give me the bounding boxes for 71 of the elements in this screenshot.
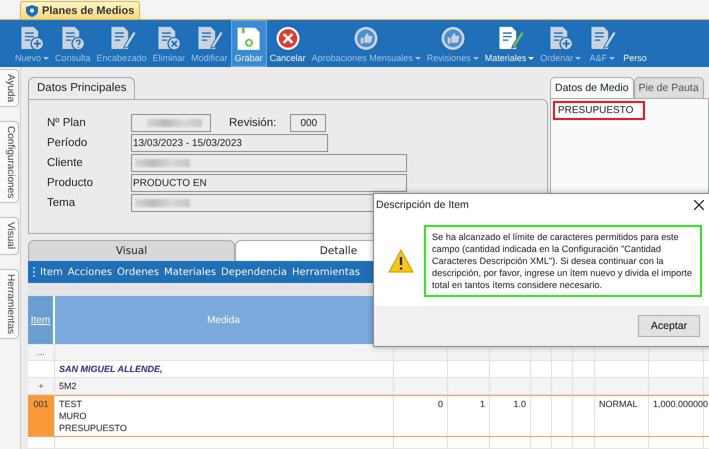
view-tab[interactable]: Visual <box>28 240 235 261</box>
warning-icon <box>388 249 414 273</box>
side-tab[interactable]: Herramientas <box>0 268 19 339</box>
toolbar-button[interactable]: Materiales <box>482 20 538 67</box>
measure-text: PRESUPUESTO <box>59 423 128 433</box>
toolbar-button[interactable]: Encabezado <box>94 20 150 67</box>
dialog-message: Se ha alcanzado el límite de caracteres permitidos para este campo (cantidad indicada en la Configuración "Cantidad Caracteres Descripción XML"). Si desea continuar con la descripción, por favor, ingrese un ítem nuevo y divida el importe total en tantos ítems considere necesario. <box>424 225 702 297</box>
toolbar-button[interactable]: Modificar <box>188 20 231 67</box>
input-field[interactable] <box>131 114 211 132</box>
toolbar-button[interactable]: Perso <box>620 20 650 67</box>
field-label: Cliente <box>47 157 84 169</box>
toolbar-button[interactable]: A&F <box>584 20 620 67</box>
document-plus-icon <box>550 26 573 51</box>
input-field[interactable]: 000 <box>290 114 326 132</box>
table-cell: 1,000.000000 <box>653 399 708 409</box>
cancel-icon <box>276 26 300 50</box>
toolbar-button[interactable]: Consulta <box>52 20 94 67</box>
column-header[interactable]: Item <box>28 296 55 344</box>
toolbar-button[interactable]: Aprobaciones Mensuales <box>308 20 424 67</box>
menu-item[interactable]: Item <box>40 266 63 278</box>
measure-text: 5M2 <box>59 381 78 391</box>
document-delete-icon <box>158 26 181 51</box>
dialog-title: Descripción de Item <box>376 199 469 211</box>
side-tab[interactable]: Configuraciones <box>0 121 19 204</box>
document-pencil-icon <box>498 26 524 49</box>
thumbs-up-icon <box>354 26 378 50</box>
panel-tab[interactable]: Datos de Medio <box>550 77 634 98</box>
document-pencil-icon <box>198 26 224 49</box>
toolbar-button[interactable]: Eliminar <box>150 20 188 67</box>
field-label: Tema <box>47 197 76 209</box>
input-field[interactable]: 13/03/2023 - 15/03/2023 <box>131 134 328 152</box>
menu-item[interactable]: Dependencia <box>221 266 287 278</box>
table-cell: 0 <box>438 399 443 409</box>
item-number: + <box>38 381 44 391</box>
shield-icon <box>26 4 38 16</box>
field-label: Revisión: <box>229 117 276 129</box>
input-field[interactable] <box>131 154 407 172</box>
toolbar-button[interactable]: Ordenar <box>537 20 584 67</box>
text-value: PRESUPUESTO <box>553 101 646 120</box>
toolbar-button[interactable]: Revisiones <box>424 20 482 67</box>
menu-item[interactable]: Materiales <box>164 266 216 278</box>
field-label: Período <box>47 137 88 149</box>
menu-item[interactable]: Acciones <box>68 266 112 278</box>
group-title: SAN MIGUEL ALLENDE, <box>59 364 164 374</box>
field-label: Producto <box>47 177 94 189</box>
item-number: ... <box>37 347 45 357</box>
table-cell: NORMAL <box>599 399 638 409</box>
measure-text: TEST <box>59 399 84 409</box>
document-plus-icon <box>21 26 44 51</box>
thumbs-up-icon <box>441 26 464 50</box>
table-cell: 1.0 <box>513 399 526 409</box>
input-field[interactable]: PRODUCTO EN <box>131 174 407 192</box>
close-icon[interactable] <box>694 200 704 210</box>
panel-tab[interactable]: Pie de Pauta <box>634 77 704 98</box>
panel-tab[interactable]: Datos Principales <box>28 77 136 99</box>
side-tab[interactable]: Ayuda <box>0 69 19 108</box>
measure-text: MURO <box>59 411 88 421</box>
menu-item[interactable]: Ordenes <box>117 266 160 278</box>
ok-button[interactable]: Aceptar <box>638 315 700 337</box>
toolbar-button[interactable]: Cancelar <box>266 20 309 67</box>
table-cell: 1 <box>480 399 485 409</box>
toolbar-button[interactable]: Grabar <box>230 20 267 67</box>
document-tab[interactable]: Planes de Medios <box>20 1 140 19</box>
document-pencil-icon <box>110 26 136 49</box>
field-label: Nº Plan <box>47 117 87 129</box>
document-question-icon <box>62 26 85 51</box>
menu-item[interactable]: Herramientas <box>292 266 360 278</box>
item-number: 001 <box>33 399 49 409</box>
side-tab[interactable]: Visual <box>0 217 19 255</box>
toolbar-button[interactable]: Nuevo <box>12 20 52 67</box>
document-pencil-icon <box>592 26 618 49</box>
